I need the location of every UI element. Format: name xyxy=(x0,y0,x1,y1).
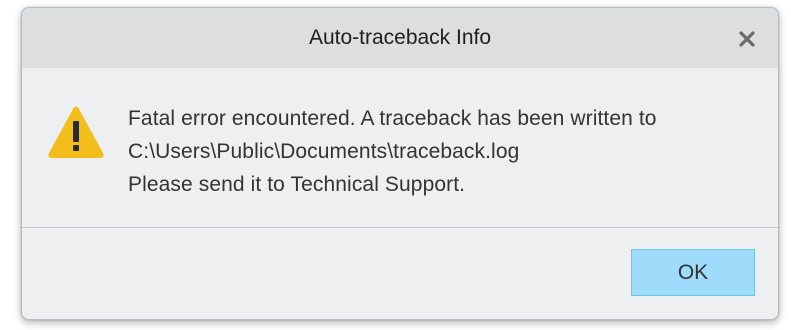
dialog-title: Auto-traceback Info xyxy=(308,26,492,49)
message-line: Please send it to Technical Support. xyxy=(128,173,466,196)
ok-button[interactable]: OK xyxy=(631,249,755,296)
error-message: Fatal error encountered. A traceback has… xyxy=(128,102,758,201)
message-line: Fatal error encountered. A traceback has… xyxy=(128,107,657,130)
warning-icon xyxy=(46,105,106,160)
close-icon[interactable] xyxy=(734,26,760,52)
dialog-titlebar: Auto-traceback Info xyxy=(22,8,778,68)
divider xyxy=(22,227,778,228)
message-line: C:\Users\Public\Documents\traceback.log xyxy=(128,140,520,163)
traceback-dialog: Auto-traceback Info Fatal error encounte… xyxy=(21,7,779,320)
